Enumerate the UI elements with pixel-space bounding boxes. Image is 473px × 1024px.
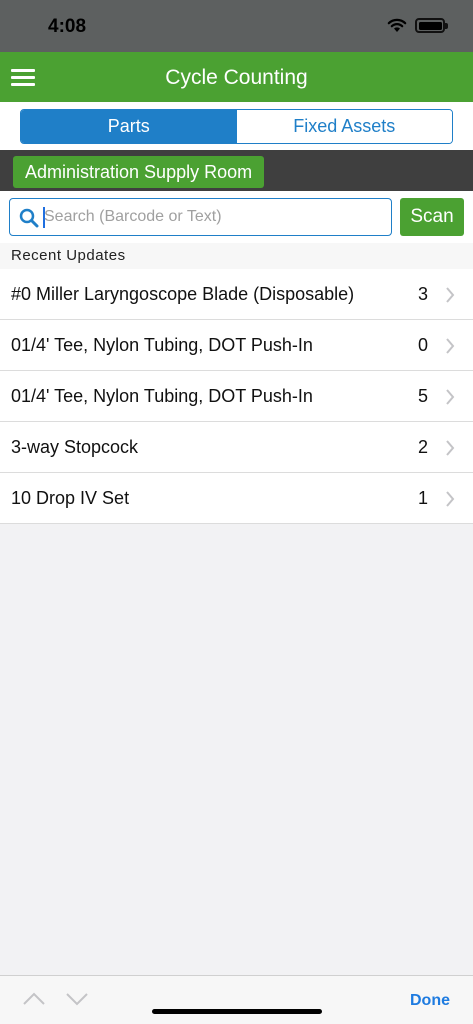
- nav-bar: Cycle Counting: [0, 52, 473, 102]
- home-indicator: [152, 1009, 322, 1014]
- chevron-right-icon: [446, 338, 455, 354]
- item-count: 5: [417, 386, 428, 406]
- item-label: 01/4' Tee, Nylon Tubing, DOT Push-In: [11, 335, 313, 355]
- item-label: 01/4' Tee, Nylon Tubing, DOT Push-In: [11, 386, 313, 406]
- page-title: Cycle Counting: [165, 66, 308, 89]
- search-icon: [19, 208, 39, 228]
- list-item[interactable]: #0 Miller Laryngoscope Blade (Disposable…: [0, 269, 473, 320]
- search-input[interactable]: [44, 202, 384, 232]
- chevron-right-icon: [446, 491, 455, 507]
- location-bar: Administration Supply Room: [0, 150, 473, 191]
- list-item[interactable]: 10 Drop IV Set 1: [0, 473, 473, 524]
- list-item[interactable]: 3-way Stopcock 2: [0, 422, 473, 473]
- segment-area: Parts Fixed Assets: [0, 102, 473, 150]
- status-icons: [387, 18, 448, 33]
- item-label: 3-way Stopcock: [11, 437, 139, 457]
- search-box: [9, 198, 392, 236]
- tab-parts[interactable]: Parts: [21, 110, 237, 143]
- keyboard-toolbar: Done: [0, 975, 473, 1024]
- section-header-label: Recent Updates: [11, 247, 126, 264]
- chevron-right-icon: [446, 287, 455, 303]
- chevron-right-icon: [446, 440, 455, 456]
- status-bar: 4:08: [0, 0, 473, 52]
- section-header: Recent Updates: [0, 243, 473, 269]
- segmented-control: Parts Fixed Assets: [20, 109, 453, 144]
- chevron-up-icon[interactable]: [22, 992, 46, 1006]
- location-selector[interactable]: Administration Supply Room: [13, 156, 265, 188]
- item-label: #0 Miller Laryngoscope Blade (Disposable…: [11, 284, 355, 304]
- status-time: 4:08: [48, 16, 87, 37]
- list-item[interactable]: 01/4' Tee, Nylon Tubing, DOT Push-In 0: [0, 320, 473, 371]
- list-item[interactable]: 01/4' Tee, Nylon Tubing, DOT Push-In 5: [0, 371, 473, 422]
- done-button[interactable]: Done: [410, 992, 450, 1010]
- search-area: Scan: [0, 191, 473, 243]
- wifi-icon: [387, 18, 407, 32]
- item-count: 3: [417, 284, 428, 304]
- item-count: 1: [417, 488, 428, 508]
- chevron-down-icon[interactable]: [65, 992, 89, 1006]
- battery-icon: [415, 18, 448, 33]
- item-label: 10 Drop IV Set: [11, 488, 130, 508]
- scan-button[interactable]: Scan: [400, 198, 464, 236]
- item-count: 2: [417, 437, 428, 457]
- item-count: 0: [417, 335, 428, 355]
- tab-fixed-assets[interactable]: Fixed Assets: [236, 110, 452, 143]
- chevron-right-icon: [446, 389, 455, 405]
- recent-updates-list: #0 Miller Laryngoscope Blade (Disposable…: [0, 269, 473, 524]
